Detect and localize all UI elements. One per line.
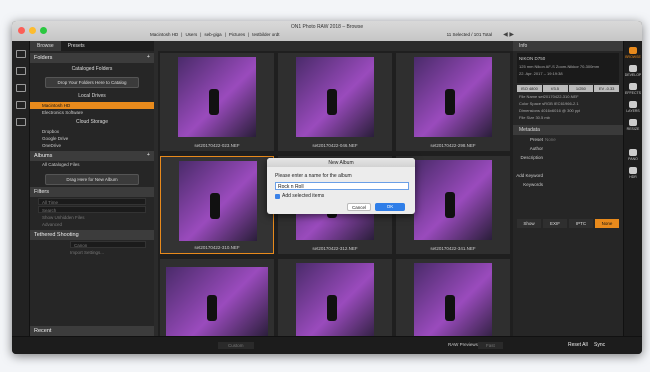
album-item[interactable]: All Cataloged Files: [30, 161, 154, 168]
drop-folders-target[interactable]: Drop Your Folders Here to Catalog: [45, 77, 139, 88]
preset-row[interactable]: Preset None: [513, 135, 623, 144]
raw-previews-label: RAW Previews: [448, 342, 478, 347]
camera-select[interactable]: Canon: [70, 241, 146, 248]
breadcrumb: Macintosh HD | Users | seb-giga | Pictures |…: [150, 32, 280, 37]
tab-browse[interactable]: Browse: [30, 41, 61, 51]
left-toolbar: [12, 41, 30, 336]
camera-model: NIKON D750: [519, 56, 546, 61]
thumbnail-selected[interactable]: set20170422-310.NEF: [160, 156, 274, 254]
sort-select[interactable]: Custom: [218, 342, 254, 349]
import-settings[interactable]: Import Settings...: [30, 249, 154, 256]
dialog-prompt: Please enter a name for the album: [275, 173, 352, 179]
nav-arrows-icon[interactable]: ◀ ▶: [503, 31, 514, 38]
meta-show: Show: [517, 219, 541, 228]
add-keyword-row[interactable]: Add Keyword: [513, 171, 623, 180]
image-icon[interactable]: [15, 84, 26, 92]
add-selected-checkbox[interactable]: Add selected items: [275, 193, 324, 199]
cancel-button[interactable]: Cancel: [347, 203, 371, 211]
camera-icon[interactable]: [15, 67, 26, 75]
file-size: File Size 30.5 mb: [519, 115, 550, 120]
cloud-item[interactable]: Google Drive: [30, 135, 154, 142]
folders-header[interactable]: Folders +: [30, 53, 154, 63]
thumbnail[interactable]: set20170422-298.NEF: [396, 53, 510, 151]
crumb[interactable]: seb-giga: [204, 32, 221, 37]
drive-item[interactable]: Macintosh HD: [30, 102, 154, 109]
module-browse[interactable]: BROWSE: [624, 47, 642, 59]
author-row[interactable]: Author: [513, 144, 623, 153]
module-bar: BROWSE DEVELOP EFFECTS LAYERS RESIZE PAN…: [623, 41, 642, 336]
new-album-dialog: New Album Please enter a name for the al…: [267, 158, 415, 214]
meta-tab-iptc[interactable]: IPTC: [569, 219, 593, 228]
keywords-row[interactable]: Keywords: [513, 180, 623, 189]
add-folder-icon[interactable]: +: [147, 54, 150, 60]
file-name: File Name set20170422-310.NEF: [519, 94, 579, 99]
bottom-bar: Custom RAW Previews Fast Reset All Sync: [12, 336, 642, 354]
cloud-item[interactable]: OneDrive: [30, 142, 154, 149]
window-title: ON1 Photo RAW 2018 – Browse: [290, 24, 364, 30]
crumb[interactable]: Macintosh HD: [150, 32, 178, 37]
module-layers[interactable]: LAYERS: [624, 101, 642, 113]
drive-icon[interactable]: [15, 50, 26, 58]
filters-header[interactable]: Filters: [30, 187, 154, 197]
time-filter[interactable]: All Time: [38, 198, 146, 205]
info-panel: Info NIKON D750 125 mm Nikon AF-S Zoom-N…: [513, 41, 623, 336]
album-icon[interactable]: [15, 118, 26, 126]
lens-info: 125 mm Nikon AF-S Zoom-Nikkor 70-300mm: [519, 64, 600, 69]
tethered-header[interactable]: Tethered Shooting: [30, 230, 154, 240]
albums-header[interactable]: Albums +: [30, 151, 154, 161]
exif-strip: ISO 4800 f/3.5 1/250 EV -0.33: [517, 85, 619, 92]
advanced-link[interactable]: Advanced: [30, 221, 154, 228]
sync-button[interactable]: Sync: [594, 342, 605, 348]
thumbnail[interactable]: set20170422-046.NEF: [278, 53, 392, 151]
cataloged-heading: Cataloged Folders: [71, 66, 113, 72]
cloud-item[interactable]: Dropbox: [30, 128, 154, 135]
module-pano[interactable]: PANO: [624, 149, 642, 161]
dialog-title: New Album: [267, 158, 415, 167]
cloud-icon[interactable]: [15, 101, 26, 109]
drive-item[interactable]: Electronics Software: [30, 109, 154, 116]
meta-tab-none[interactable]: None: [595, 219, 619, 228]
crumb[interactable]: Pictures: [229, 32, 245, 37]
metadata-header[interactable]: Metadata: [513, 125, 546, 135]
module-resize[interactable]: RESIZE: [624, 119, 642, 131]
recent-header[interactable]: Recent: [30, 326, 154, 336]
title-bar: ON1 Photo RAW 2018 – Browse Macintosh HD…: [12, 21, 642, 41]
tab-presets[interactable]: Presets: [61, 41, 92, 51]
new-album-target[interactable]: Drag Here for New Album: [45, 174, 139, 185]
crumb[interactable]: Users: [185, 32, 197, 37]
selection-count: 11 Selected / 101 Total: [446, 32, 492, 37]
thumbnail[interactable]: set20170422-023.NEF: [160, 53, 274, 151]
module-hdr[interactable]: HDR: [624, 167, 642, 179]
crumb[interactable]: testbilder ordt: [252, 32, 279, 37]
histogram: NIKON D750 125 mm Nikon AF-S Zoom-Nikkor…: [517, 53, 619, 83]
search-field[interactable]: Search: [38, 206, 146, 213]
hidden-toggle[interactable]: Show Unhidden Files: [30, 214, 154, 221]
module-develop[interactable]: DEVELOP: [624, 65, 642, 77]
album-name-input[interactable]: Rock n Roll: [275, 182, 409, 190]
reset-all-button[interactable]: Reset All: [568, 342, 588, 348]
meta-tab-exif[interactable]: EXIF: [543, 219, 567, 228]
browse-panel: Browse Presets Folders + Cataloged Folders…: [30, 41, 154, 336]
color-space: Color Space sRGB IEC61966-2.1: [519, 101, 579, 106]
description-row[interactable]: Description: [513, 153, 623, 162]
dimensions: Dimensions 4016x6016 @ 300 ppi: [519, 108, 581, 113]
preview-speed-select[interactable]: Fast: [478, 342, 503, 349]
capture-date: 22. Apr. 2017 – 19:19:38: [519, 71, 563, 76]
local-drives-heading: Local Drives: [78, 93, 106, 99]
ok-button[interactable]: OK: [375, 203, 405, 211]
tab-info[interactable]: Info: [513, 41, 533, 51]
checkbox-icon[interactable]: [275, 193, 280, 199]
module-effects[interactable]: EFFECTS: [624, 83, 642, 95]
add-album-icon[interactable]: +: [147, 152, 150, 158]
cloud-heading: Cloud Storage: [76, 119, 108, 125]
